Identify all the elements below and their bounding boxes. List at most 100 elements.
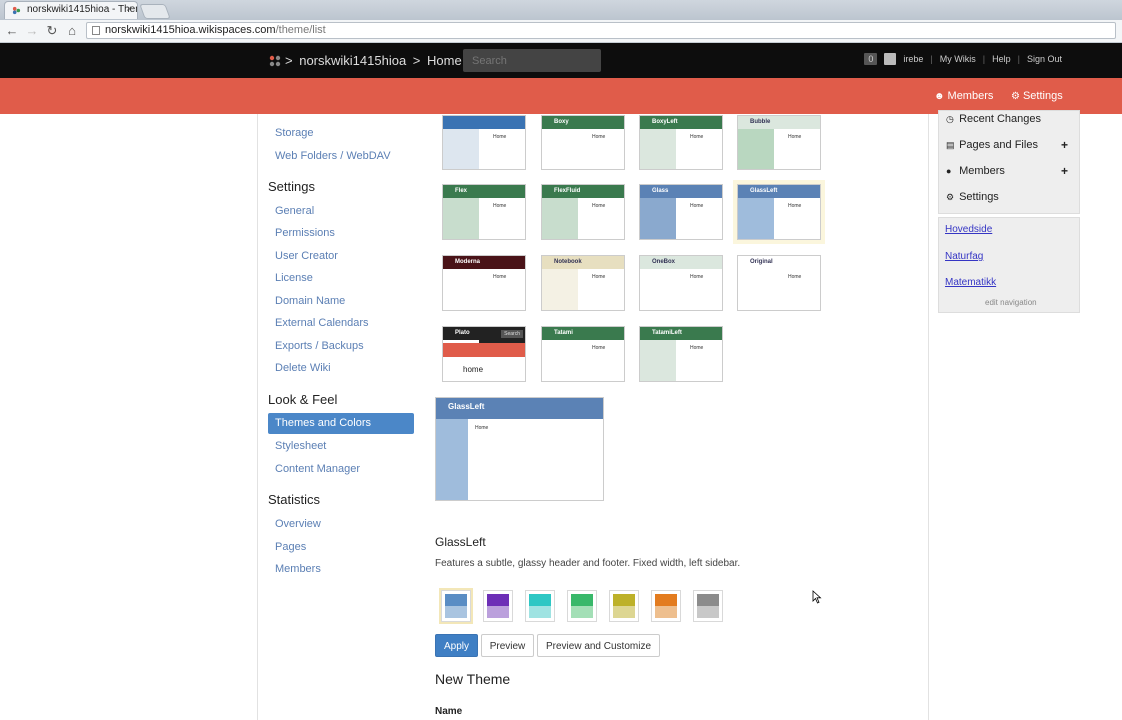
breadcrumb: > norskwiki1415hioa > Home — [285, 53, 465, 68]
swatch-primary — [571, 594, 593, 606]
sidebar-pages-and-files[interactable]: ▤ Pages and Files — [946, 139, 1038, 151]
wikispaces-favicon-icon — [12, 6, 21, 15]
swatch-secondary — [487, 606, 509, 618]
sidebar-link-hovedside[interactable]: Hovedside — [945, 224, 992, 235]
nav-external-calendars[interactable]: External Calendars — [275, 317, 369, 329]
nav-permissions[interactable]: Permissions — [275, 227, 335, 239]
theme-thumbnail[interactable]: Glass Home — [639, 184, 723, 240]
user-icon: ● — [946, 166, 952, 176]
theme-thumbnail[interactable]: OneBox Home — [639, 255, 723, 311]
theme-thumbnail-sidebar — [542, 129, 578, 169]
name-label: Name — [435, 706, 463, 717]
browser-tab[interactable]: norskwiki1415hioa - Them × — [4, 1, 138, 19]
swatch-secondary — [529, 606, 551, 618]
nav-exports-backups[interactable]: Exports / Backups — [275, 340, 364, 352]
theme-thumbnail[interactable]: Moderna Home — [442, 255, 526, 311]
theme-thumbnail[interactable]: Notebook Home — [541, 255, 625, 311]
sidebar-link-naturfag[interactable]: Naturfag — [945, 251, 983, 262]
add-member-plus-icon[interactable]: + — [1061, 164, 1068, 178]
theme-thumbnail[interactable]: Flex Home — [442, 184, 526, 240]
nav-pages[interactable]: Pages — [275, 541, 306, 553]
address-bar[interactable]: norskwiki1415hioa.wikispaces.com/theme/l… — [86, 22, 1116, 39]
apply-button[interactable]: Apply — [435, 634, 478, 657]
help-link[interactable]: Help — [992, 54, 1011, 64]
tab-close-icon[interactable]: × — [126, 4, 132, 15]
file-icon: ▤ — [946, 140, 955, 150]
breadcrumb-home[interactable]: Home — [427, 53, 462, 68]
avatar[interactable] — [884, 53, 897, 65]
theme-thumbnail-home: Home — [592, 345, 606, 351]
nav-overview[interactable]: Overview — [275, 518, 321, 530]
theme-thumbnail[interactable]: Plato Search home — [442, 326, 526, 382]
theme-thumbnail[interactable]: GlassLeft Home — [733, 180, 825, 244]
nav-user-creator[interactable]: User Creator — [275, 250, 338, 262]
sidebar-link-matematikk[interactable]: Matematikk — [945, 277, 996, 288]
theme-thumbnail-name: BoxyLeft — [640, 116, 722, 129]
reload-icon[interactable]: ↻ — [43, 22, 61, 40]
sidebar-item-label: Members — [959, 165, 1005, 177]
color-swatch[interactable] — [525, 590, 555, 622]
nav-stylesheet[interactable]: Stylesheet — [275, 440, 326, 452]
nav-license[interactable]: License — [275, 272, 313, 284]
theme-thumbnail-home: Home — [788, 274, 802, 280]
theme-thumbnail[interactable]: Bubble Home — [737, 115, 821, 170]
nav-domain-name[interactable]: Domain Name — [275, 295, 345, 307]
breadcrumb-wiki[interactable]: norskwiki1415hioa — [299, 53, 406, 68]
add-page-plus-icon[interactable]: + — [1061, 138, 1068, 152]
theme-thumbnail[interactable]: Original Home — [737, 255, 821, 311]
wikispaces-logo-icon[interactable] — [268, 54, 282, 68]
members-link[interactable]: ☻ Members — [934, 90, 993, 102]
theme-thumbnail[interactable]: Home — [442, 115, 526, 170]
sidebar-recent-changes[interactable]: ◷ Recent Changes — [946, 113, 1041, 125]
theme-thumbnail[interactable]: FlexFluid Home — [541, 184, 625, 240]
theme-thumbnail[interactable]: Tatami Home — [541, 326, 625, 382]
theme-thumbnail-name: Boxy — [542, 116, 624, 129]
members-label: Members — [947, 90, 994, 102]
settings-label: Settings — [1022, 90, 1063, 102]
color-swatch[interactable] — [483, 590, 513, 622]
my-wikis-link[interactable]: My Wikis — [940, 54, 976, 64]
home-icon[interactable]: ⌂ — [63, 22, 81, 40]
search-input[interactable] — [463, 49, 601, 72]
settings-link[interactable]: ⚙ Settings — [1011, 90, 1063, 102]
theme-thumbnail-home: Home — [788, 203, 802, 209]
wiki-subheader: ☻ Members ⚙ Settings — [0, 78, 1122, 114]
nav-web-folders[interactable]: Web Folders / WebDAV — [275, 150, 391, 162]
plato-accent-band — [443, 343, 525, 357]
color-swatch[interactable] — [609, 590, 639, 622]
back-arrow-icon[interactable]: ← — [3, 22, 21, 40]
preview-button[interactable]: Preview — [481, 634, 534, 657]
nav-themes-and-colors[interactable]: Themes and Colors — [268, 413, 414, 434]
nav-content-manager[interactable]: Content Manager — [275, 463, 360, 475]
sidebar-settings[interactable]: ⚙ Settings — [946, 191, 999, 203]
content-left-border — [257, 114, 258, 720]
username[interactable]: irebe — [903, 54, 923, 64]
theme-thumbnail-home: Home — [788, 134, 802, 140]
theme-thumbnail-home: Home — [493, 203, 507, 209]
nav-members[interactable]: Members — [275, 563, 321, 575]
color-swatch[interactable] — [693, 590, 723, 622]
theme-thumbnail[interactable]: TatamiLeft Home — [639, 326, 723, 382]
sign-out-link[interactable]: Sign Out — [1027, 54, 1062, 64]
swatch-secondary — [613, 606, 635, 618]
color-swatch[interactable] — [567, 590, 597, 622]
color-swatch[interactable] — [651, 590, 681, 622]
nav-storage[interactable]: Storage — [275, 127, 314, 139]
sidebar-item-label: Settings — [959, 191, 999, 203]
new-tab-button[interactable] — [139, 4, 171, 19]
forward-arrow-icon[interactable]: → — [23, 22, 41, 40]
theme-thumbnail-sidebar — [443, 198, 479, 239]
theme-thumbnail[interactable]: Boxy Home — [541, 115, 625, 170]
theme-thumbnail-sidebar — [640, 129, 676, 169]
plato-search-button: Search — [501, 330, 523, 338]
color-swatch[interactable] — [441, 590, 471, 622]
preview-customize-button[interactable]: Preview and Customize — [537, 634, 660, 657]
edit-navigation-link[interactable]: edit navigation — [985, 298, 1037, 307]
theme-thumbnail[interactable]: BoxyLeft Home — [639, 115, 723, 170]
sidebar-members[interactable]: ● Members — [946, 165, 1005, 177]
nav-general[interactable]: General — [275, 205, 314, 217]
link-separator: | — [1017, 54, 1020, 64]
nav-delete-wiki[interactable]: Delete Wiki — [275, 362, 331, 374]
notification-badge[interactable]: 0 — [864, 53, 878, 65]
swatch-secondary — [571, 606, 593, 618]
